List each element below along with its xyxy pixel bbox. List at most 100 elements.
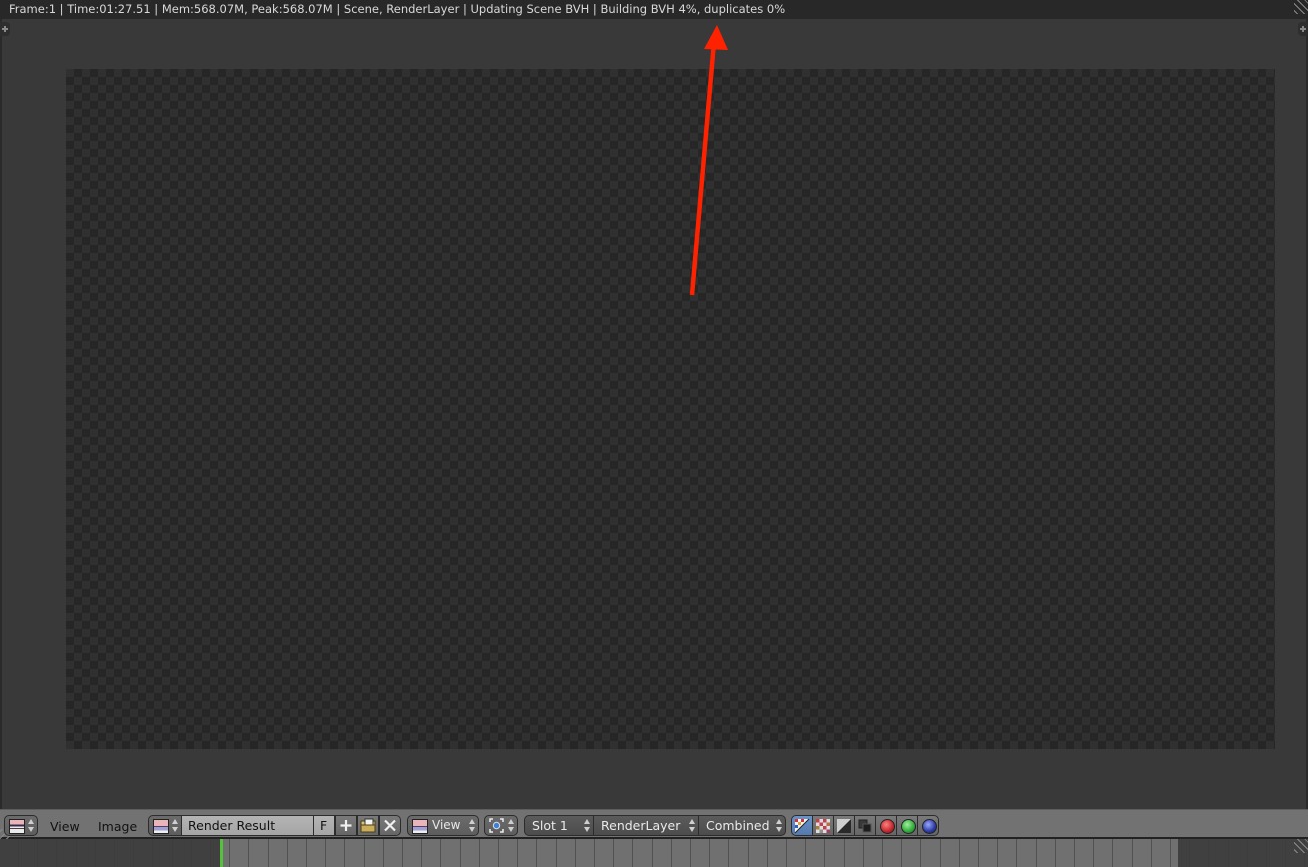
timeline-tick [671,839,672,867]
timeline-tick [498,839,499,867]
timeline-tick [1285,839,1286,867]
render-pass-select-value: Combined [706,818,770,833]
timeline-tick [421,839,422,867]
timeline-tick [56,839,57,867]
timeline-tick [172,839,173,867]
timeline-tick [191,839,192,867]
render-status-text: Frame:1 | Time:01:27.51 | Mem:568.07M, P… [9,2,786,16]
timeline-tick [1112,839,1113,867]
timeline-tick [248,839,249,867]
area-split-corner-top-right[interactable] [1294,0,1308,14]
timeline-tick [901,839,902,867]
timeline-tick [652,839,653,867]
pivot-center-icon [489,818,504,833]
timeline-tick [575,839,576,867]
timeline-tick [709,839,710,867]
timeline-tick [325,839,326,867]
new-image-button[interactable] [335,815,357,836]
folder-open-icon [360,818,376,833]
viewport-left-edge [0,19,2,809]
image-editor-icon [9,819,25,834]
color-alpha-icon [794,818,810,834]
chevron-updown-icon [172,819,178,832]
alpha-icon [837,819,851,833]
editor-type-button[interactable] [4,815,38,836]
timeline-tick [882,839,883,867]
timeline-tick [728,839,729,867]
area-split-corner-bottom-right[interactable] [1294,839,1308,853]
display-color-alpha-button[interactable] [791,815,813,836]
image-editor-header: View Image Render Result F View Slot 1 R… [0,809,1308,839]
chevron-updown-icon [508,819,514,832]
chevron-updown-icon [689,819,695,832]
timeline-tick [1151,839,1152,867]
zbuffer-icon [858,819,872,833]
timeline-tick [229,839,230,867]
menu-image[interactable]: Image [98,818,137,835]
timeline-tick [1132,839,1133,867]
properties-expand-icon[interactable] [1298,22,1308,36]
timeline-tick [805,839,806,867]
timeline-tick [114,839,115,867]
timeline-tick [306,839,307,867]
image-view-icon [412,819,428,834]
timeline-tick [1093,839,1094,867]
blue-channel-icon [922,819,937,834]
fake-user-button[interactable]: F [313,815,335,836]
green-channel-icon [901,819,916,834]
render-pass-select[interactable]: Combined [698,815,786,836]
timeline-tick [748,839,749,867]
unlink-image-button[interactable] [379,815,401,836]
timeline-strip[interactable] [0,839,1308,867]
mode-select-value: View [432,818,461,832]
timeline-tick [344,839,345,867]
timeline-tick [76,839,77,867]
display-red-channel-button[interactable] [875,815,897,836]
chevron-updown-icon [776,819,782,832]
display-alpha-button[interactable] [833,815,855,836]
timeline-tick [479,839,480,867]
slot-select-value: Slot 1 [532,818,568,833]
timeline-tick [940,839,941,867]
timeline-tick [364,839,365,867]
render-layer-select[interactable]: RenderLayer [593,815,699,836]
timeline-tick [1189,839,1190,867]
timeline-tick [920,839,921,867]
render-canvas-transparent [66,69,1275,749]
display-color-button[interactable] [812,815,834,836]
toolshelf-expand-icon[interactable] [0,22,10,36]
mode-select[interactable]: View [407,815,479,836]
image-datablock-icon [153,819,169,834]
timeline-tick [210,839,211,867]
open-image-button[interactable] [357,815,379,836]
image-name-field[interactable]: Render Result [181,815,314,836]
timeline-tick [978,839,979,867]
timeline-tick [1170,839,1171,867]
slot-select[interactable]: Slot 1 [524,815,594,836]
display-blue-channel-button[interactable] [917,815,939,836]
timeline-tick [767,839,768,867]
image-name-value: Render Result [188,818,276,833]
timeline-tick [786,839,787,867]
x-icon [384,819,396,832]
timeline-tick [95,839,96,867]
timeline-tick [844,839,845,867]
red-channel-icon [880,819,895,834]
timeline-tick [383,839,384,867]
display-green-channel-button[interactable] [896,815,918,836]
current-frame-marker[interactable] [220,839,223,867]
display-zbuffer-button[interactable] [854,815,876,836]
timeline-tick [18,839,19,867]
chevron-updown-icon [469,819,475,832]
timeline-tick [37,839,38,867]
timeline-tick [594,839,595,867]
pivot-select[interactable] [484,815,518,836]
image-browse-button[interactable] [148,815,182,836]
timeline-tick [460,839,461,867]
fake-user-label: F [320,818,328,833]
menu-view[interactable]: View [50,818,80,835]
timeline-tick [1228,839,1229,867]
chevron-updown-icon [28,819,34,832]
timeline-tick [133,839,134,867]
timeline-tick [997,839,998,867]
